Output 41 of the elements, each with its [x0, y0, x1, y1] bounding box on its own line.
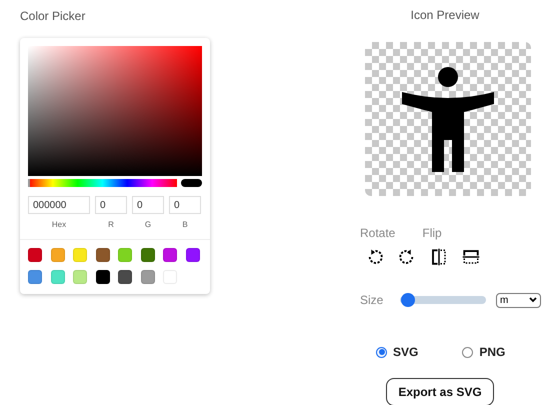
rotate-right-icon[interactable]	[398, 248, 416, 266]
color-swatch[interactable]	[50, 270, 64, 284]
hue-slider[interactable]	[28, 179, 177, 187]
field-label: B	[181, 219, 189, 231]
field-label: G	[144, 219, 152, 231]
color-preview	[181, 179, 202, 187]
flip-label: Flip	[422, 225, 442, 242]
color-swatch[interactable]	[140, 270, 154, 284]
rotate-left-icon[interactable]	[366, 248, 384, 266]
format-radio[interactable]: SVG	[376, 343, 418, 361]
hex-field[interactable]: 000000	[28, 196, 90, 214]
color-swatch[interactable]	[140, 248, 154, 262]
color-swatch[interactable]	[186, 248, 200, 262]
color-swatch[interactable]	[96, 270, 110, 284]
flip-horizontal-icon[interactable]	[430, 248, 448, 266]
saturation-area[interactable]	[28, 46, 202, 176]
color-swatch[interactable]	[118, 248, 132, 262]
channel-field[interactable]: 0	[132, 196, 164, 214]
unit-select[interactable]: m	[496, 292, 541, 308]
rotate-label: Rotate	[360, 225, 396, 242]
channel-field[interactable]: 0	[169, 196, 201, 214]
color-swatch[interactable]	[96, 248, 110, 262]
color-swatch[interactable]	[163, 248, 177, 262]
color-swatch[interactable]	[50, 248, 64, 262]
color-swatch[interactable]	[28, 270, 42, 284]
chevron-down-icon	[529, 297, 537, 303]
size-slider[interactable]	[400, 296, 486, 304]
size-label: Size	[360, 292, 384, 309]
flip-vertical-icon[interactable]	[462, 248, 480, 266]
format-radio[interactable]: PNG	[462, 343, 506, 361]
color-swatch[interactable]	[73, 270, 87, 284]
channel-field[interactable]: 0	[95, 196, 127, 214]
field-label: R	[107, 219, 115, 231]
color-swatch[interactable]	[73, 248, 87, 262]
panel-title: Icon Preview	[410, 7, 480, 24]
field-label: Hex	[50, 219, 68, 231]
panel-title: Color Picker	[20, 8, 86, 25]
color-swatch[interactable]	[28, 248, 42, 262]
export-button[interactable]: Export as SVG	[386, 378, 494, 405]
person-icon	[400, 66, 496, 172]
color-swatch[interactable]	[118, 270, 132, 284]
